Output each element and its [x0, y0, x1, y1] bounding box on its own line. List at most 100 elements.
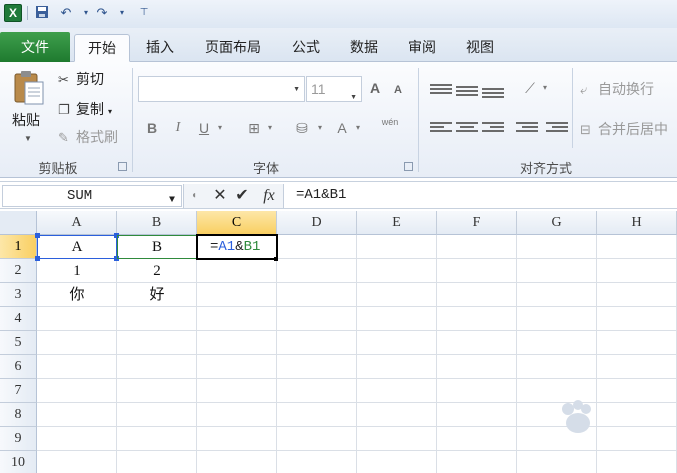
cell-b2[interactable]: 2: [117, 259, 197, 283]
baidu-jingyan-watermark: [562, 400, 591, 433]
column-header-b[interactable]: B: [117, 211, 197, 235]
font-color-button[interactable]: A: [334, 118, 350, 138]
borders-dropdown-icon[interactable]: ▾: [264, 118, 276, 138]
grow-font-button[interactable]: A: [366, 78, 384, 98]
column-header-a[interactable]: A: [37, 211, 117, 235]
paste-dropdown-icon[interactable]: ▼: [24, 134, 32, 143]
name-box[interactable]: SUM ▼: [2, 185, 182, 207]
select-all-corner[interactable]: [0, 211, 37, 235]
font-color-dropdown-icon[interactable]: ▾: [352, 118, 364, 138]
formula-bar: SUM ▼ ◖ ✕ ✔ fx =A1&B1: [0, 181, 677, 209]
font-launcher-icon[interactable]: [404, 162, 413, 171]
underline-button[interactable]: U: [196, 118, 212, 138]
fill-color-icon[interactable]: ⛁: [292, 118, 312, 138]
formula-input[interactable]: =A1&B1: [296, 187, 346, 203]
column-header-c[interactable]: C: [197, 211, 277, 235]
row-header-1[interactable]: 1: [0, 235, 37, 259]
increase-indent-icon[interactable]: [546, 120, 568, 134]
undo-icon[interactable]: ↶: [58, 5, 74, 21]
redo-dropdown-icon[interactable]: ▾: [114, 5, 130, 21]
cell-b3[interactable]: 好: [117, 283, 197, 307]
shrink-font-button[interactable]: A: [390, 80, 406, 100]
wrap-text-icon: ⤶: [580, 82, 588, 97]
borders-icon[interactable]: ⊞: [244, 118, 264, 138]
phonetic-guide-button[interactable]: wén: [376, 116, 404, 136]
tab-file[interactable]: 文件: [0, 32, 70, 62]
orientation-icon[interactable]: ⟋: [520, 78, 540, 98]
formula-bar-collapse-icon[interactable]: ◖: [188, 186, 200, 206]
fill-dropdown-icon[interactable]: ▾: [314, 118, 326, 138]
merge-center-label: 合并后居中: [598, 121, 668, 137]
resize-handle[interactable]: [35, 256, 40, 261]
tab-formulas[interactable]: 公式: [282, 34, 330, 62]
bold-button[interactable]: B: [144, 118, 160, 138]
insert-function-icon[interactable]: fx: [258, 186, 280, 206]
group-divider: [132, 68, 133, 172]
name-box-value: SUM: [67, 188, 93, 204]
decrease-indent-icon[interactable]: [516, 120, 538, 134]
clipboard-launcher-icon[interactable]: [118, 162, 127, 171]
tab-page-layout[interactable]: 页面布局: [196, 34, 270, 62]
cell-a3[interactable]: 你: [37, 283, 117, 307]
tab-review[interactable]: 审阅: [398, 34, 446, 62]
font-group-label: 字体: [252, 161, 279, 176]
save-icon[interactable]: [34, 5, 50, 21]
orientation-dropdown-icon[interactable]: ▾: [540, 78, 550, 98]
undo-dropdown-icon[interactable]: ▾: [78, 5, 94, 21]
column-header-h[interactable]: H: [597, 211, 677, 235]
column-header-f[interactable]: F: [437, 211, 517, 235]
format-painter-button[interactable]: ✎ 格式刷: [58, 126, 118, 148]
customize-toolbar-icon[interactable]: ⊤: [136, 5, 152, 21]
excel-icon[interactable]: X: [4, 4, 22, 22]
redo-icon[interactable]: ↷: [94, 5, 110, 21]
tab-home[interactable]: 开始: [74, 34, 130, 62]
align-left-icon[interactable]: [430, 120, 452, 134]
alignment-group-label: 对齐方式: [519, 161, 572, 176]
italic-button[interactable]: I: [170, 118, 186, 138]
row-header-9[interactable]: 9: [0, 427, 37, 451]
fill-handle[interactable]: [274, 257, 278, 261]
row-header-8[interactable]: 8: [0, 403, 37, 427]
align-top-icon[interactable]: [430, 82, 452, 96]
cut-label: 剪切: [76, 71, 104, 87]
copy-dropdown-icon[interactable]: ▾: [108, 107, 112, 116]
row-header-3[interactable]: 3: [0, 283, 37, 307]
formula-ref-a1: A1: [218, 239, 236, 255]
wrap-text-button[interactable]: ⤶ 自动换行: [580, 78, 654, 100]
resize-handle[interactable]: [35, 233, 40, 238]
paste-icon[interactable]: [12, 70, 46, 106]
group-divider: [418, 68, 419, 172]
cell-a2[interactable]: 1: [37, 259, 117, 283]
align-right-icon[interactable]: [482, 120, 504, 134]
chevron-down-icon[interactable]: ▼: [169, 191, 175, 211]
cell-c1-editing[interactable]: =A1&B1: [210, 235, 260, 259]
formula-ampersand: &: [235, 239, 244, 255]
tab-view[interactable]: 视图: [456, 34, 504, 62]
enter-formula-icon[interactable]: ✔: [232, 186, 252, 206]
align-bottom-icon[interactable]: [482, 86, 504, 100]
cut-button[interactable]: ✂ 剪切: [58, 68, 104, 90]
tab-insert[interactable]: 插入: [136, 34, 184, 62]
cancel-formula-icon[interactable]: ✕: [210, 186, 230, 206]
row-header-2[interactable]: 2: [0, 259, 37, 283]
column-header-g[interactable]: G: [517, 211, 597, 235]
tab-data[interactable]: 数据: [340, 34, 388, 62]
reference-highlight-a1: [37, 235, 117, 259]
font-name-select[interactable]: ▼: [138, 76, 305, 102]
copy-button[interactable]: ❐ 复制 ▾: [58, 98, 112, 120]
column-header-e[interactable]: E: [357, 211, 437, 235]
row-header-6[interactable]: 6: [0, 355, 37, 379]
font-size-select[interactable]: 11 ▼: [306, 76, 362, 102]
clipboard-group-label: 剪贴板: [38, 161, 78, 176]
row-header-5[interactable]: 5: [0, 331, 37, 355]
align-middle-icon[interactable]: [456, 84, 478, 98]
row-header-4[interactable]: 4: [0, 307, 37, 331]
row-header-10[interactable]: 10: [0, 451, 37, 473]
underline-dropdown-icon[interactable]: ▾: [214, 118, 226, 138]
row-header-7[interactable]: 7: [0, 379, 37, 403]
group-divider: [572, 68, 573, 148]
paste-button[interactable]: 粘贴: [12, 110, 40, 130]
merge-center-button[interactable]: ⊟ 合并后居中: [580, 118, 668, 140]
column-header-d[interactable]: D: [277, 211, 357, 235]
align-center-icon[interactable]: [456, 120, 478, 134]
